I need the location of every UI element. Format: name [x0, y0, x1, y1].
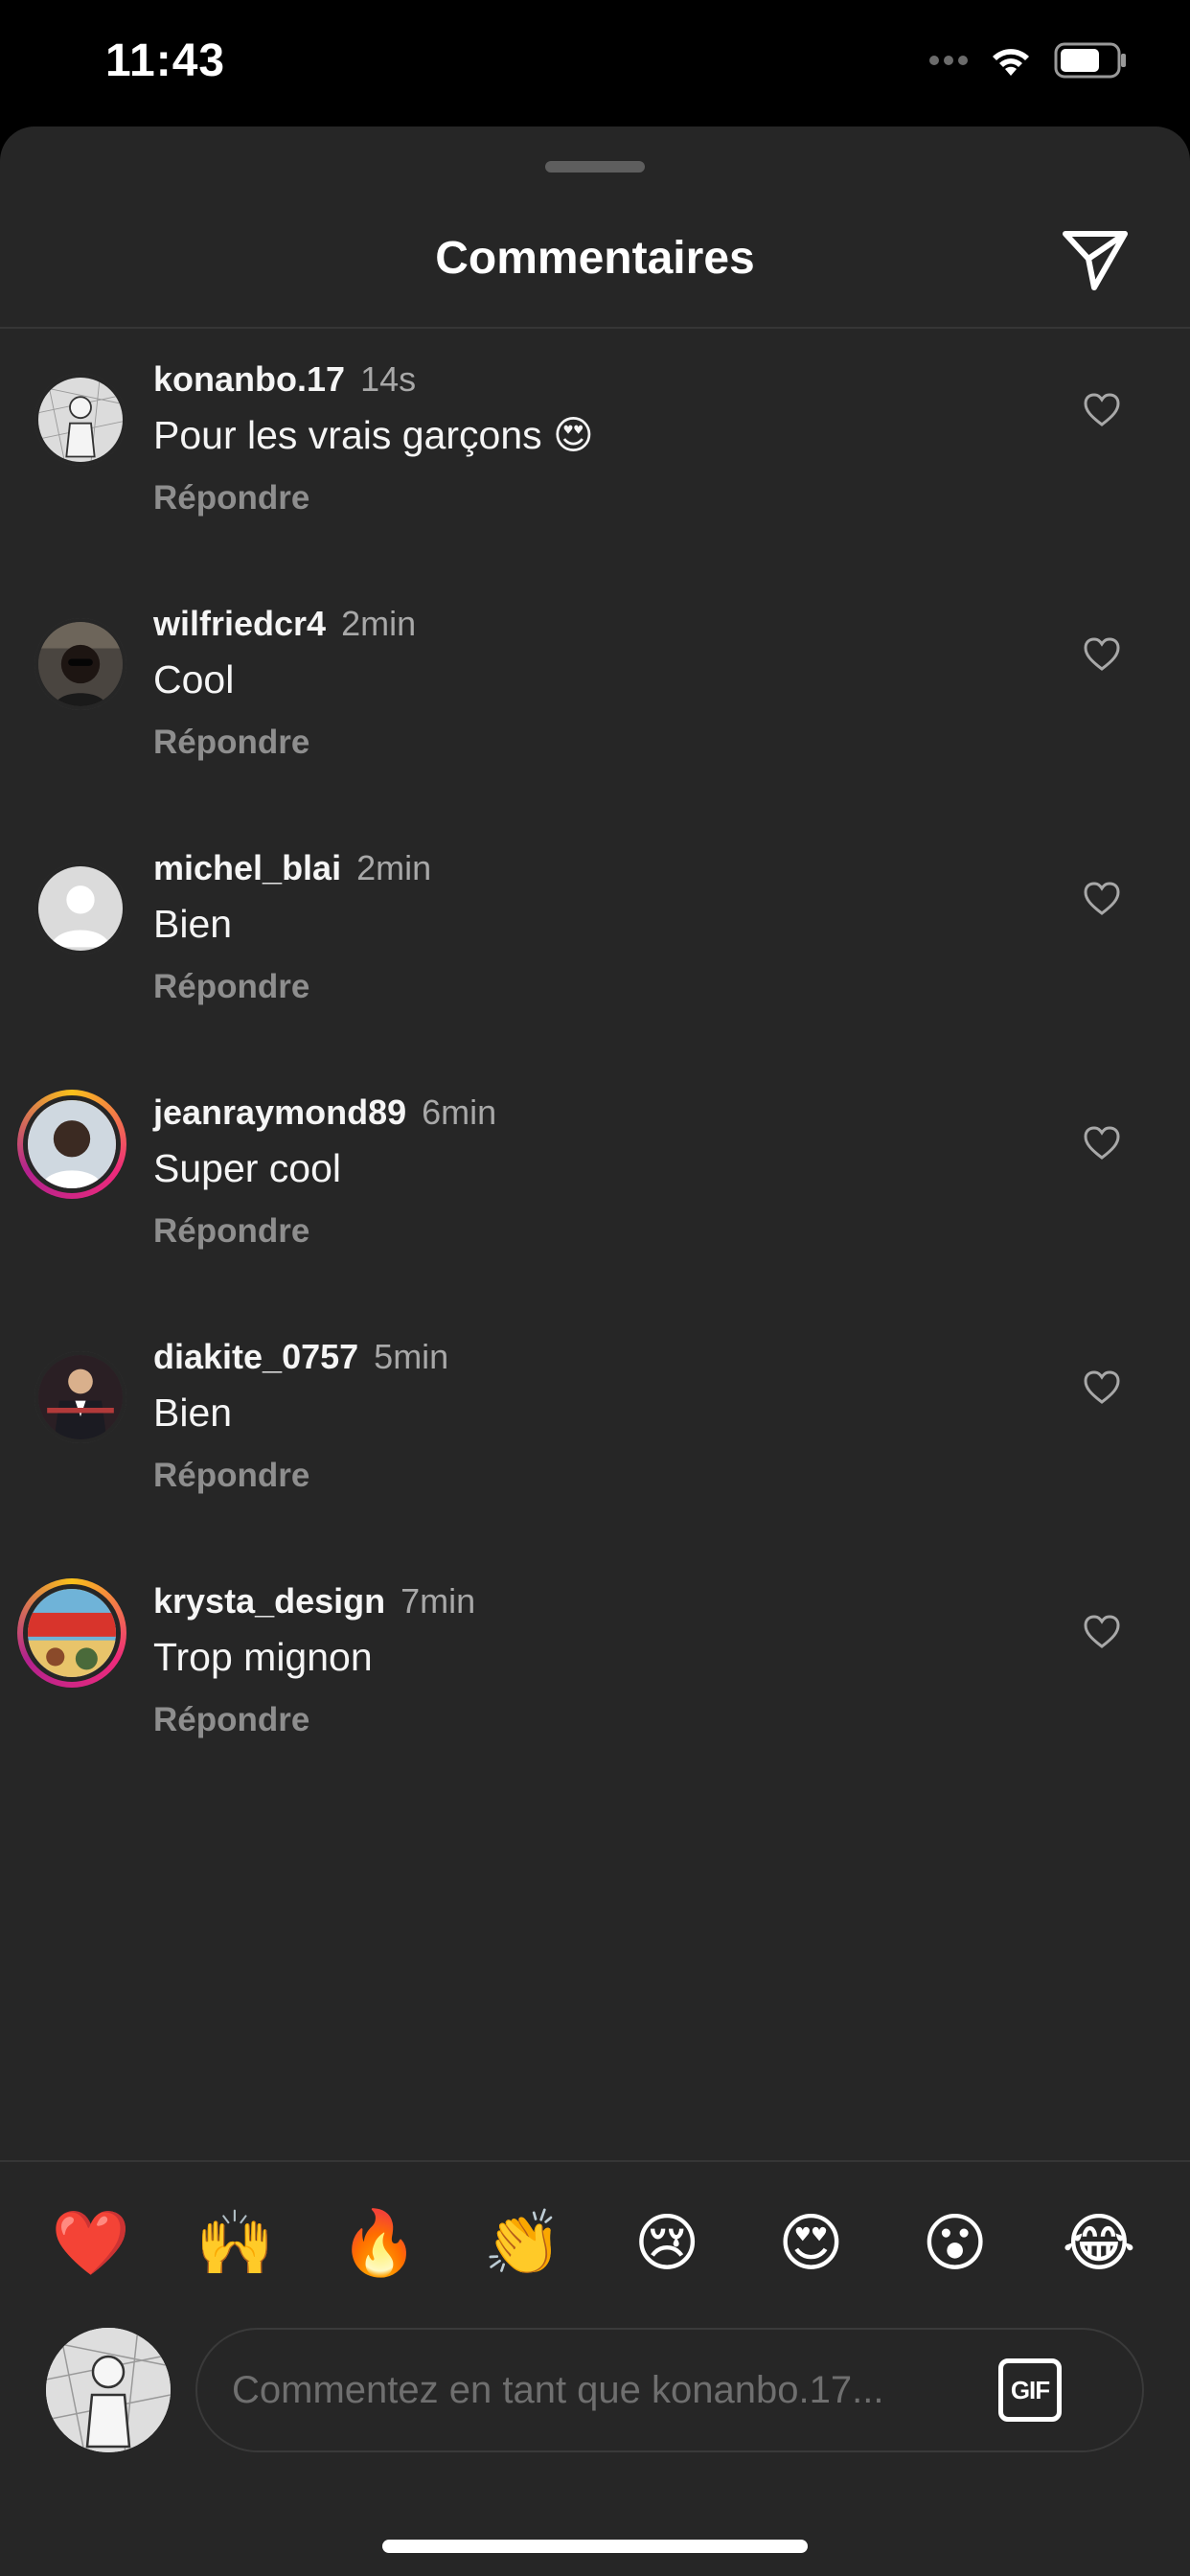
heart-icon[interactable] — [1083, 635, 1121, 674]
comment-text: Bien — [153, 902, 233, 946]
sheet-header: Commentaires — [0, 203, 1190, 328]
status-bar: 11:43 — [0, 0, 1190, 126]
comment-body: michel_blai 2min Bien Répondre — [153, 845, 1054, 1006]
comment-username[interactable]: krysta_design — [153, 1581, 385, 1621]
comment-item: krysta_design 7min Trop mignon Répondre — [0, 1578, 1190, 1823]
comment-list: konanbo.17 14s Pour les vrais garçons 😍 … — [0, 356, 1190, 1823]
comment-text: Pour les vrais garçons 😍 — [153, 413, 594, 457]
comment-username[interactable]: jeanraymond89 — [153, 1092, 406, 1132]
comment-meta: michel_blai 2min — [153, 845, 1054, 891]
comment-time: 7min — [400, 1581, 476, 1621]
emoji-fire-button[interactable]: 🔥 — [336, 2195, 423, 2290]
avatar-story-ring[interactable] — [17, 1090, 126, 1199]
emoji-red-heart-button[interactable]: ❤️ — [48, 2195, 134, 2290]
avatar[interactable] — [34, 618, 126, 710]
avatar[interactable] — [34, 862, 126, 954]
gif-button[interactable]: GIF — [998, 2358, 1062, 2422]
comment-username[interactable]: diakite_0757 — [153, 1337, 358, 1376]
comment-username[interactable]: konanbo.17 — [153, 359, 345, 399]
comment-meta: konanbo.17 14s — [153, 356, 1054, 402]
sketch-avatar-image — [46, 2328, 171, 2452]
comment-item: jeanraymond89 6min Super cool Répondre — [0, 1090, 1190, 1334]
page-title: Commentaires — [435, 233, 755, 284]
sketch-avatar-image — [38, 378, 123, 462]
emoji-quick-bar: ❤️ 🙌 🔥 👏 😢 😍 😮 😂 — [0, 2195, 1190, 2290]
avatar-story-ring[interactable] — [17, 1578, 126, 1688]
comment-text: Super cool — [153, 1146, 342, 1190]
header-divider — [0, 327, 1190, 329]
comment-meta: krysta_design 7min — [153, 1578, 1054, 1624]
comment-text: Trop mignon — [153, 1635, 373, 1679]
emoji-surprised-face-button[interactable]: 😮 — [912, 2195, 998, 2290]
reply-button[interactable]: Répondre — [153, 724, 1054, 762]
heart-icon[interactable] — [1083, 1124, 1121, 1162]
default-avatar-icon — [38, 866, 123, 951]
emoji-raised-hands-button[interactable]: 🙌 — [192, 2195, 278, 2290]
comment-meta: diakite_0757 5min — [153, 1334, 1054, 1380]
battery-icon — [1054, 42, 1126, 79]
comment-input[interactable] — [232, 2330, 960, 2450]
reply-button[interactable]: Répondre — [153, 479, 1054, 518]
comment-item: wilfriedcr4 2min Cool Répondre — [0, 601, 1190, 845]
status-icons — [929, 42, 1129, 79]
emoji-tears-of-joy-button[interactable]: 😂 — [1056, 2195, 1142, 2290]
sheet-grabber[interactable] — [545, 161, 645, 172]
heart-icon[interactable] — [1083, 1368, 1121, 1407]
comment-input-container: GIF — [195, 2328, 1144, 2452]
comment-body: diakite_0757 5min Bien Répondre — [153, 1334, 1054, 1495]
comment-body: krysta_design 7min Trop mignon Répondre — [153, 1578, 1054, 1739]
comment-time: 5min — [374, 1337, 449, 1376]
photo-avatar-image — [38, 622, 123, 706]
heart-icon[interactable] — [1083, 880, 1121, 918]
emoji-bar-divider — [0, 2160, 1190, 2162]
comment-username[interactable]: wilfriedcr4 — [153, 604, 326, 643]
heart-icon[interactable] — [1083, 1613, 1121, 1651]
comment-meta: jeanraymond89 6min — [153, 1090, 1054, 1136]
heart-icon[interactable] — [1083, 391, 1121, 429]
emoji-crying-face-button[interactable]: 😢 — [624, 2195, 710, 2290]
graphic-avatar-image — [28, 1589, 116, 1677]
comment-time: 2min — [356, 848, 432, 887]
comment-time: 2min — [341, 604, 417, 643]
comment-item: konanbo.17 14s Pour les vrais garçons 😍 … — [0, 356, 1190, 601]
home-indicator — [382, 2540, 808, 2553]
paper-plane-icon[interactable] — [1060, 224, 1131, 295]
comment-item: michel_blai 2min Bien Répondre — [0, 845, 1190, 1090]
cellular-signal-icon — [929, 56, 968, 65]
avatar[interactable] — [34, 1351, 126, 1443]
reply-button[interactable]: Répondre — [153, 1212, 1054, 1251]
comment-time: 6min — [422, 1092, 497, 1132]
current-user-avatar — [46, 2328, 171, 2452]
comment-meta: wilfriedcr4 2min — [153, 601, 1054, 647]
comment-time: 14s — [360, 359, 417, 399]
status-time: 11:43 — [105, 35, 226, 86]
reply-button[interactable]: Répondre — [153, 1701, 1054, 1739]
comment-body: jeanraymond89 6min Super cool Répondre — [153, 1090, 1054, 1251]
comment-username[interactable]: michel_blai — [153, 848, 341, 887]
emoji-heart-eyes-button[interactable]: 😍 — [767, 2195, 854, 2290]
photo-avatar-image — [28, 1100, 116, 1188]
wifi-icon — [993, 49, 1029, 76]
comment-text: Cool — [153, 657, 235, 702]
emoji-clapping-hands-button[interactable]: 👏 — [480, 2195, 566, 2290]
comment-body: wilfriedcr4 2min Cool Répondre — [153, 601, 1054, 762]
comment-body: konanbo.17 14s Pour les vrais garçons 😍 … — [153, 356, 1054, 518]
photo-avatar-image — [38, 1355, 123, 1439]
comment-item: diakite_0757 5min Bien Répondre — [0, 1334, 1190, 1578]
comment-composer: GIF — [0, 2324, 1190, 2453]
avatar[interactable] — [34, 374, 126, 466]
comment-text: Bien — [153, 1391, 233, 1435]
reply-button[interactable]: Répondre — [153, 968, 1054, 1006]
reply-button[interactable]: Répondre — [153, 1457, 1054, 1495]
